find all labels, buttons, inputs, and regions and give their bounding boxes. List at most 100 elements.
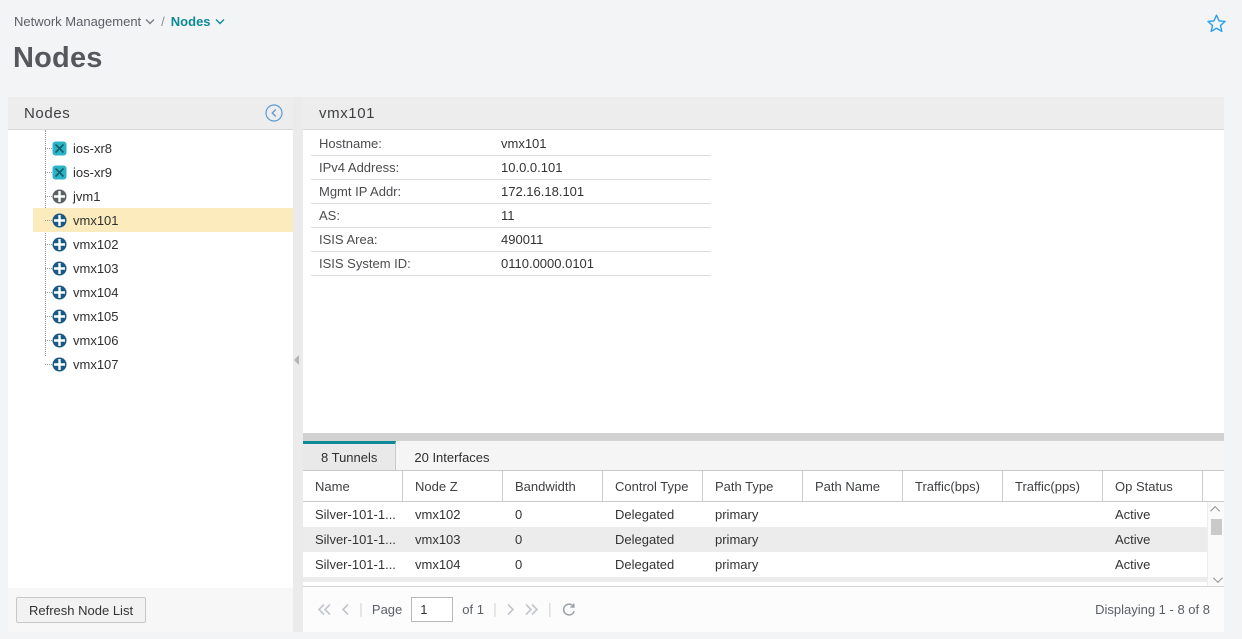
tree-node-vmx103[interactable]: vmx103: [8, 256, 293, 280]
column-header-op-status[interactable]: Op Status: [1103, 471, 1203, 501]
tree-node-vmx105[interactable]: vmx105: [8, 304, 293, 328]
field-value: 11: [501, 208, 515, 223]
refresh-node-list-button[interactable]: Refresh Node List: [16, 597, 146, 623]
horizontal-splitter[interactable]: [303, 433, 1224, 441]
table-row[interactable]: Silver-101-1... vmx103 0 Delegated prima…: [303, 527, 1224, 552]
tree-node-ios-xr9[interactable]: ios-xr9: [8, 160, 293, 184]
column-header-traffic-bps[interactable]: Traffic(bps): [903, 471, 1003, 501]
favorite-star-icon[interactable]: [1206, 13, 1227, 34]
nodes-panel: Nodes ios-xr8 ios-xr9 jvm1 vmx101: [8, 97, 293, 632]
cell-name: Silver-101-1...: [303, 532, 403, 547]
breadcrumb-parent-label: Network Management: [14, 14, 141, 29]
page-title: Nodes: [13, 42, 103, 75]
cell-name: Silver-101-1...: [303, 507, 403, 522]
tree-node-label: ios-xr9: [73, 165, 112, 180]
juniper-router-icon: [52, 285, 67, 300]
generic-router-icon: [52, 189, 67, 204]
cell-bandwidth: 0: [503, 532, 603, 547]
cisco-router-icon: [52, 165, 67, 180]
cell-path-type: primary: [703, 507, 803, 522]
column-header-name[interactable]: Name: [303, 471, 403, 501]
first-page-icon[interactable]: [317, 603, 332, 616]
column-header-control-type[interactable]: Control Type: [603, 471, 703, 501]
field-value: 0110.0000.0101: [501, 256, 594, 271]
field-row-isis-system-id: ISIS System ID: 0110.0000.0101: [311, 252, 711, 276]
tree-node-vmx104[interactable]: vmx104: [8, 280, 293, 304]
clipped-table-row: [303, 577, 1207, 582]
tree-node-label: vmx103: [73, 261, 119, 276]
tree-node-ios-xr8[interactable]: ios-xr8: [8, 136, 293, 160]
field-label: Hostname:: [311, 136, 501, 151]
prev-page-icon[interactable]: [341, 603, 350, 616]
tab-interfaces[interactable]: 20 Interfaces: [396, 441, 507, 470]
juniper-router-icon: [52, 261, 67, 276]
detail-fields: Hostname: vmx101 IPv4 Address: 10.0.0.10…: [303, 130, 1224, 433]
tree-node-vmx107[interactable]: vmx107: [8, 352, 293, 376]
cell-control-type: Delegated: [603, 532, 703, 547]
collapse-panel-icon[interactable]: [265, 104, 283, 122]
field-label: AS:: [311, 208, 501, 223]
table-scrollbar[interactable]: [1207, 502, 1224, 586]
juniper-router-icon: [52, 309, 67, 324]
main-content: Nodes ios-xr8 ios-xr9 jvm1 vmx101: [8, 97, 1224, 632]
cell-control-type: Delegated: [603, 557, 703, 572]
field-label: ISIS System ID:: [311, 256, 501, 271]
page-number-input[interactable]: [411, 597, 453, 622]
table-row[interactable]: Silver-101-1... vmx102 0 Delegated prima…: [303, 502, 1224, 527]
tree-node-label: vmx105: [73, 309, 119, 324]
cell-bandwidth: 0: [503, 557, 603, 572]
page-label: Page: [372, 602, 402, 617]
breadcrumb-parent[interactable]: Network Management: [14, 14, 155, 29]
scroll-down-icon[interactable]: [1208, 572, 1225, 586]
field-row-hostname: Hostname: vmx101: [311, 132, 711, 156]
last-page-icon[interactable]: [524, 603, 539, 616]
scroll-up-icon[interactable]: [1208, 502, 1225, 516]
tree-node-label: ios-xr8: [73, 141, 112, 156]
column-header-path-type[interactable]: Path Type: [703, 471, 803, 501]
nodes-panel-header: Nodes: [8, 97, 293, 130]
splitter-collapse-handle-icon: [294, 355, 299, 365]
tree-node-vmx102[interactable]: vmx102: [8, 232, 293, 256]
page-of-label: of 1: [462, 602, 484, 617]
cisco-router-icon: [52, 141, 67, 156]
table-row[interactable]: Silver-101-1... vmx104 0 Delegated prima…: [303, 552, 1224, 577]
tree-node-label: vmx101: [73, 213, 119, 228]
tree-node-jvm1[interactable]: jvm1: [8, 184, 293, 208]
column-header-path-name[interactable]: Path Name: [803, 471, 903, 501]
page-header: Network Management / Nodes Nodes: [0, 0, 1242, 97]
cell-op-status: Active: [1103, 532, 1203, 547]
displaying-status: Displaying 1 - 8 of 8: [1095, 602, 1210, 617]
tab-tunnels[interactable]: 8 Tunnels: [303, 441, 396, 470]
toolbar-divider: |: [493, 601, 497, 618]
next-page-icon[interactable]: [506, 603, 515, 616]
panel-splitter[interactable]: [293, 97, 303, 632]
refresh-table-icon[interactable]: [561, 602, 577, 618]
column-header-traffic-pps[interactable]: Traffic(pps): [1003, 471, 1103, 501]
column-header-node-z[interactable]: Node Z: [403, 471, 503, 501]
detail-tabstrip: 8 Tunnels 20 Interfaces: [303, 441, 1224, 471]
cell-node-z: vmx103: [403, 532, 503, 547]
cell-op-status: Active: [1103, 507, 1203, 522]
tree-node-label: vmx106: [73, 333, 119, 348]
toolbar-divider: |: [359, 601, 363, 618]
pagination-toolbar: | Page of 1 | | Displaying 1 - 8 of 8: [303, 586, 1224, 632]
field-value: 10.0.0.101: [501, 160, 562, 175]
cell-path-type: primary: [703, 532, 803, 547]
node-detail-panel: vmx101 Hostname: vmx101 IPv4 Address: 10…: [303, 97, 1224, 632]
breadcrumb-separator: /: [161, 14, 165, 29]
tree-node-vmx101[interactable]: vmx101: [8, 208, 293, 232]
breadcrumb-current[interactable]: Nodes: [171, 14, 225, 29]
detail-panel-title: vmx101: [319, 105, 375, 122]
cell-node-z: vmx104: [403, 557, 503, 572]
scrollbar-thumb[interactable]: [1211, 519, 1222, 535]
node-tree: ios-xr8 ios-xr9 jvm1 vmx101 vmx102 vmx10…: [8, 130, 293, 588]
juniper-router-icon: [52, 357, 67, 372]
juniper-router-icon: [52, 333, 67, 348]
tree-node-label: vmx102: [73, 237, 119, 252]
tree-node-vmx106[interactable]: vmx106: [8, 328, 293, 352]
field-value: 490011: [501, 232, 543, 247]
field-row-mgmt-ip: Mgmt IP Addr: 172.16.18.101: [311, 180, 711, 204]
juniper-router-icon: [52, 237, 67, 252]
field-label: ISIS Area:: [311, 232, 501, 247]
column-header-bandwidth[interactable]: Bandwidth: [503, 471, 603, 501]
